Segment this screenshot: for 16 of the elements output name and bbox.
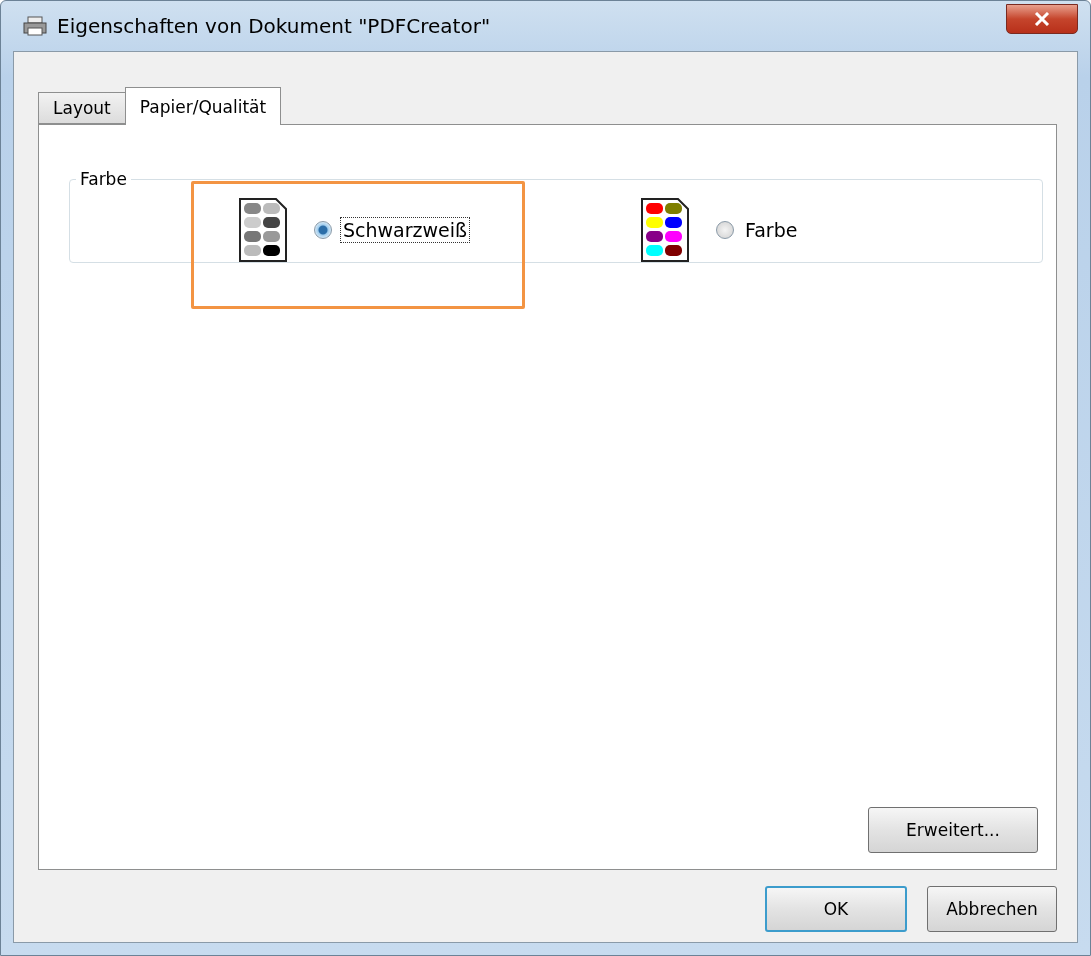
radio-label: Farbe (744, 218, 799, 243)
advanced-button[interactable]: Erweitert... (868, 807, 1038, 853)
tab[interactable]: Papier/Qualität (124, 87, 282, 125)
document-icon (238, 197, 288, 263)
cancel-button[interactable]: Abbrechen (927, 886, 1057, 932)
close-icon (1034, 12, 1050, 26)
document-icon (640, 197, 690, 263)
radio-label: Schwarzweiß (340, 217, 470, 243)
ok-button[interactable]: OK (765, 886, 907, 932)
close-button[interactable] (1006, 4, 1078, 34)
printer-icon (23, 16, 47, 36)
window-title: Eigenschaften von Dokument "PDFCreator" (57, 14, 492, 38)
tab[interactable]: Layout (38, 92, 126, 124)
group-title: Farbe (79, 169, 128, 189)
radio-button[interactable] (716, 221, 734, 239)
radio-button[interactable] (314, 221, 332, 239)
